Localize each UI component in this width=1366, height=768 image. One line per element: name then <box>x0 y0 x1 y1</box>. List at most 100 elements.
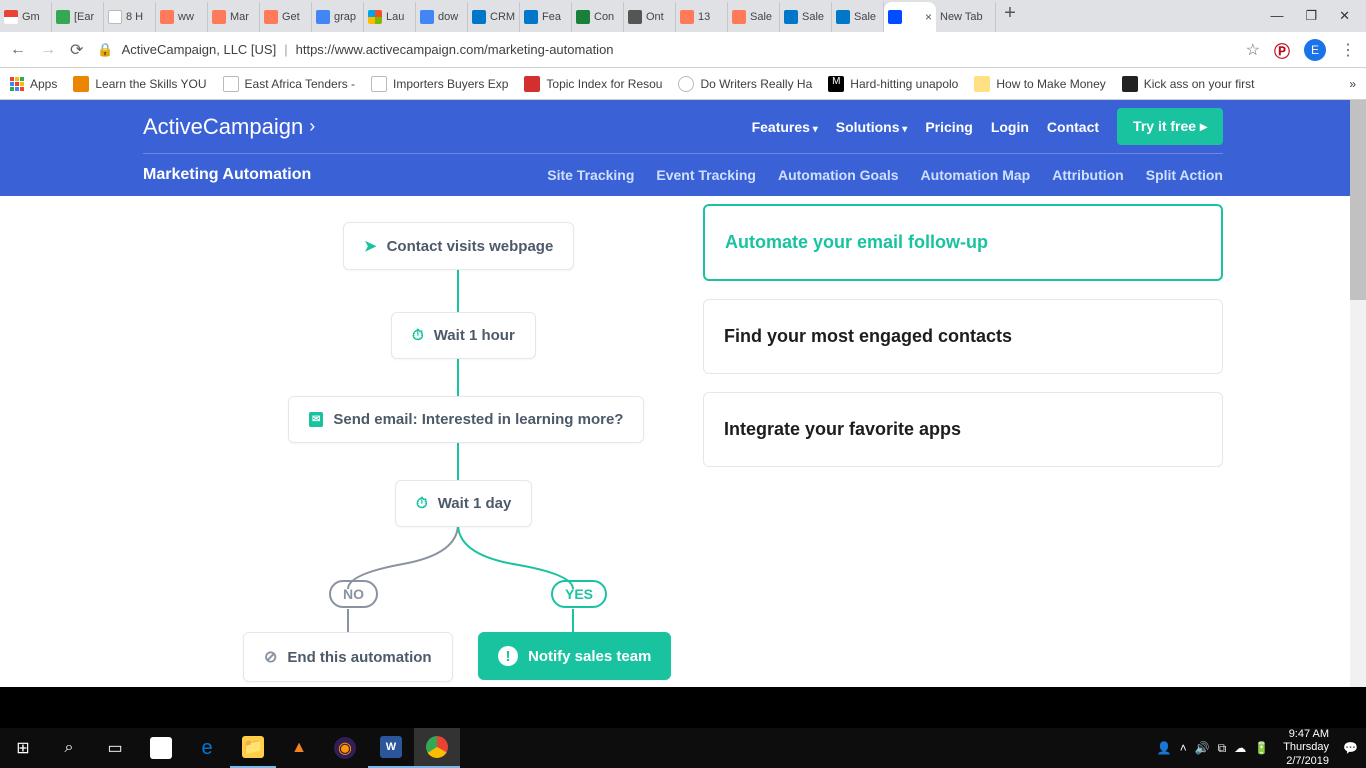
taskbar-edge[interactable]: e <box>184 728 230 768</box>
flow-node-wait1: ⏱Wait 1 hour <box>391 312 536 359</box>
bookmarks-bar: Apps Learn the Skills YOU East Africa Te… <box>0 68 1366 100</box>
omnibox[interactable]: 🔒 ActiveCampaign, LLC [US] | https://www… <box>97 42 1231 58</box>
search-icon[interactable]: ⌕ <box>46 728 92 768</box>
subnav-event-tracking[interactable]: Event Tracking <box>656 167 756 183</box>
page-content: ActiveCampaign› Features Solutions Prici… <box>0 100 1366 687</box>
tab-12[interactable]: Ont <box>624 2 676 32</box>
taskbar-store[interactable]: 🛍 <box>138 728 184 768</box>
tab-10[interactable]: Fea <box>520 2 572 32</box>
subnav-site-tracking[interactable]: Site Tracking <box>547 167 634 183</box>
mail-icon: ✉ <box>309 412 323 427</box>
alert-icon: ! <box>498 646 518 666</box>
taskbar: ⊞ ⌕ ▭ 🛍 e 📁 ▲ ◉ W 👤 ˄ 🔊 ⧉ ☁ 🔋 9:47 AM Th… <box>0 728 1366 768</box>
nav-login[interactable]: Login <box>991 119 1029 135</box>
nav-contact[interactable]: Contact <box>1047 119 1099 135</box>
window-controls: — ❐ ✕ <box>1264 8 1366 32</box>
volume-icon[interactable]: 🔊 <box>1195 741 1210 755</box>
start-button[interactable]: ⊞ <box>0 728 46 768</box>
flow-branch-yes: YES <box>551 580 607 608</box>
bookmark-2[interactable]: East Africa Tenders - <box>223 76 356 92</box>
task-view-icon[interactable]: ▭ <box>92 728 138 768</box>
back-icon[interactable]: ← <box>10 41 26 59</box>
tab-5[interactable]: Get <box>260 2 312 32</box>
bookmark-1[interactable]: Learn the Skills YOU <box>73 76 206 92</box>
taskbar-clock[interactable]: 9:47 AM Thursday 2/7/2019 <box>1277 728 1335 768</box>
close-tab-icon[interactable]: × <box>925 10 932 24</box>
page-title: Marketing Automation <box>143 166 311 184</box>
dropbox-icon[interactable]: ⧉ <box>1218 741 1227 756</box>
bookmark-star-icon[interactable]: ☆ <box>1246 40 1260 60</box>
nav-solutions[interactable]: Solutions <box>836 119 908 135</box>
card-engaged-contacts[interactable]: Find your most engaged contacts <box>703 299 1223 374</box>
tab-active[interactable]: × <box>884 2 936 32</box>
subnav-automation-goals[interactable]: Automation Goals <box>778 167 899 183</box>
bookmark-4[interactable]: Topic Index for Resou <box>524 76 662 92</box>
tab-strip: Gm [Ear 8 H ww Mar Get grap Lau dow CRM … <box>0 2 1264 32</box>
close-icon[interactable]: ✕ <box>1339 8 1350 24</box>
timer-icon: ⏱ <box>412 327 424 344</box>
minimize-icon[interactable]: — <box>1270 8 1283 24</box>
taskbar-word[interactable]: W <box>368 728 414 768</box>
bookmark-3[interactable]: Importers Buyers Exp <box>371 76 508 92</box>
cursor-icon: ➤ <box>364 237 377 255</box>
flow-node-visit: ➤Contact visits webpage <box>343 222 574 270</box>
flow-node-email: ✉Send email: Interested in learning more… <box>288 396 644 443</box>
bookmark-5[interactable]: Do Writers Really Ha <box>678 76 812 92</box>
tab-9[interactable]: CRM <box>468 2 520 32</box>
page-scrollbar[interactable] <box>1350 100 1366 687</box>
people-icon[interactable]: 👤 <box>1157 741 1172 755</box>
card-automate-followup[interactable]: Automate your email follow-up <box>703 204 1223 281</box>
taskbar-firefox[interactable]: ◉ <box>322 728 368 768</box>
try-free-button[interactable]: Try it free ▸ <box>1117 108 1223 145</box>
tab-4[interactable]: Mar <box>208 2 260 32</box>
apps-button[interactable]: Apps <box>10 77 57 91</box>
tab-newtab[interactable]: New Tab <box>936 2 996 32</box>
card-integrate-apps[interactable]: Integrate your favorite apps <box>703 392 1223 467</box>
tab-14[interactable]: Sale <box>728 2 780 32</box>
tab-1[interactable]: [Ear <box>52 2 104 32</box>
tab-11[interactable]: Con <box>572 2 624 32</box>
feature-cards: Automate your email follow-up Find your … <box>703 204 1223 687</box>
notifications-icon[interactable]: 💬 <box>1343 741 1358 755</box>
tab-13[interactable]: 13 <box>676 2 728 32</box>
tab-0[interactable]: Gm <box>0 2 52 32</box>
tab-2[interactable]: 8 H <box>104 2 156 32</box>
flow-branch-no: NO <box>329 580 378 608</box>
new-tab-button[interactable]: + <box>996 2 1024 32</box>
tab-15[interactable]: Sale <box>780 2 832 32</box>
site-logo[interactable]: ActiveCampaign› <box>143 114 315 140</box>
tab-8[interactable]: dow <box>416 2 468 32</box>
browser-titlebar: Gm [Ear 8 H ww Mar Get grap Lau dow CRM … <box>0 0 1366 32</box>
tab-7[interactable]: Lau <box>364 2 416 32</box>
subnav-automation-map[interactable]: Automation Map <box>921 167 1031 183</box>
subnav-split-action[interactable]: Split Action <box>1146 167 1223 183</box>
maximize-icon[interactable]: ❐ <box>1305 8 1317 24</box>
lock-icon: 🔒 <box>97 42 113 58</box>
tab-3[interactable]: ww <box>156 2 208 32</box>
site-header: ActiveCampaign› Features Solutions Prici… <box>0 100 1366 196</box>
subnav-attribution[interactable]: Attribution <box>1052 167 1124 183</box>
forward-icon: → <box>40 41 56 59</box>
timer-icon: ⏱ <box>416 495 428 512</box>
taskbar-chrome[interactable] <box>414 728 460 768</box>
taskbar-explorer[interactable]: 📁 <box>230 728 276 768</box>
reload-icon[interactable]: ⟳ <box>70 40 83 60</box>
address-url: https://www.activecampaign.com/marketing… <box>296 42 614 57</box>
bookmark-7[interactable]: How to Make Money <box>974 76 1105 92</box>
bookmarks-overflow-icon[interactable]: » <box>1349 77 1356 91</box>
tab-16[interactable]: Sale <box>832 2 884 32</box>
onedrive-icon[interactable]: ☁ <box>1234 741 1246 755</box>
battery-icon[interactable]: 🔋 <box>1254 741 1269 755</box>
menu-icon[interactable]: ⋮ <box>1340 40 1356 60</box>
taskbar-vlc[interactable]: ▲ <box>276 728 322 768</box>
pinterest-icon[interactable]: Ⓟ <box>1274 38 1290 62</box>
bookmark-8[interactable]: Kick ass on your first <box>1122 76 1255 92</box>
nav-features[interactable]: Features <box>752 119 818 135</box>
tab-6[interactable]: grap <box>312 2 364 32</box>
tray-chevron-icon[interactable]: ˄ <box>1180 741 1187 755</box>
apps-icon <box>10 77 24 91</box>
profile-avatar[interactable]: E <box>1304 39 1326 61</box>
ban-icon: ⊘ <box>264 647 277 667</box>
bookmark-6[interactable]: MHard-hitting unapolo <box>828 76 958 92</box>
nav-pricing[interactable]: Pricing <box>925 119 972 135</box>
